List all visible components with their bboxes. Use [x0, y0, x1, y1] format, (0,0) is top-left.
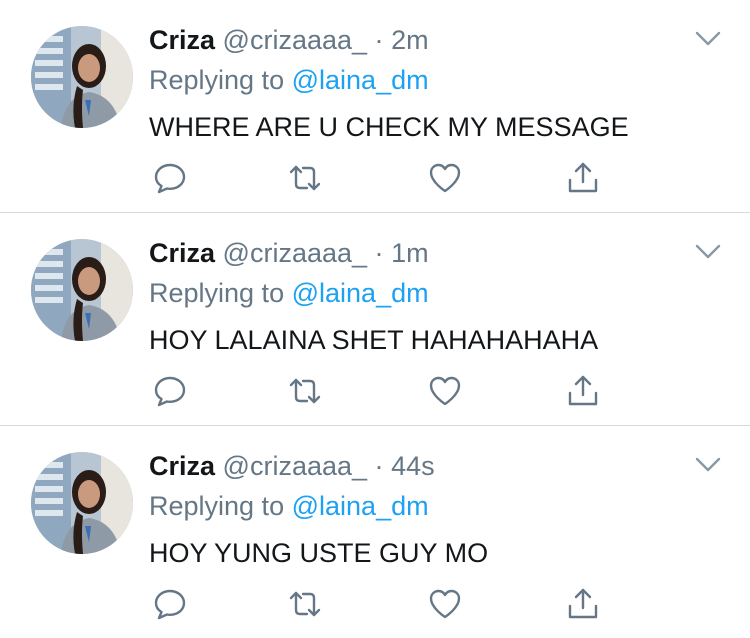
chevron-down-icon[interactable] [694, 30, 722, 48]
replying-to-line: Replying to @laina_dm [149, 275, 429, 311]
tweet[interactable]: Criza @crizaaaa_ · 2m Replying to @laina… [0, 0, 750, 212]
user-handle[interactable]: @crizaaaa_ [223, 238, 367, 268]
separator-dot: · [374, 238, 384, 268]
separator-dot: · [374, 451, 384, 481]
tweet-header: Criza @crizaaaa_ · 44s [149, 448, 435, 484]
share-icon[interactable] [565, 586, 601, 622]
replying-to-label: Replying to [149, 65, 285, 95]
timestamp[interactable]: 2m [391, 25, 429, 55]
tweet-text: HOY LALAINA SHET HAHAHAHAHA [149, 325, 599, 355]
timestamp[interactable]: 44s [391, 451, 435, 481]
tweet-actions [0, 586, 750, 626]
replying-to-label: Replying to [149, 491, 285, 521]
user-handle[interactable]: @crizaaaa_ [223, 25, 367, 55]
replying-to-line: Replying to @laina_dm [149, 488, 429, 524]
replying-to-mention[interactable]: @laina_dm [292, 278, 429, 308]
avatar[interactable] [31, 239, 133, 341]
avatar-image [31, 452, 133, 554]
tweet-header: Criza @crizaaaa_ · 1m [149, 235, 429, 271]
replying-to-line: Replying to @laina_dm [149, 62, 429, 98]
tweet-text: WHERE ARE U CHECK MY MESSAGE [149, 112, 629, 142]
tweet-actions [0, 160, 750, 200]
tweet[interactable]: Criza @crizaaaa_ · 1m Replying to @laina… [0, 213, 750, 425]
display-name[interactable]: Criza [149, 451, 215, 481]
tweet-text: HOY YUNG USTE GUY MO [149, 538, 489, 568]
chevron-down-icon[interactable] [694, 456, 722, 474]
tweet[interactable]: Criza @crizaaaa_ · 44s Replying to @lain… [0, 426, 750, 638]
chevron-down-icon[interactable] [694, 243, 722, 261]
heart-icon[interactable] [427, 373, 463, 409]
separator-dot: · [374, 25, 384, 55]
tweet-actions [0, 373, 750, 413]
avatar[interactable] [31, 26, 133, 128]
reply-icon[interactable] [152, 586, 188, 622]
retweet-icon[interactable] [287, 373, 323, 409]
retweet-icon[interactable] [287, 160, 323, 196]
retweet-icon[interactable] [287, 586, 323, 622]
replying-to-mention[interactable]: @laina_dm [292, 491, 429, 521]
avatar-image [31, 26, 133, 128]
user-handle[interactable]: @crizaaaa_ [223, 451, 367, 481]
display-name[interactable]: Criza [149, 25, 215, 55]
avatar[interactable] [31, 452, 133, 554]
display-name[interactable]: Criza [149, 238, 215, 268]
heart-icon[interactable] [427, 586, 463, 622]
share-icon[interactable] [565, 373, 601, 409]
tweet-header: Criza @crizaaaa_ · 2m [149, 22, 429, 58]
heart-icon[interactable] [427, 160, 463, 196]
reply-icon[interactable] [152, 160, 188, 196]
replying-to-mention[interactable]: @laina_dm [292, 65, 429, 95]
timestamp[interactable]: 1m [391, 238, 429, 268]
reply-icon[interactable] [152, 373, 188, 409]
replying-to-label: Replying to [149, 278, 285, 308]
share-icon[interactable] [565, 160, 601, 196]
avatar-image [31, 239, 133, 341]
